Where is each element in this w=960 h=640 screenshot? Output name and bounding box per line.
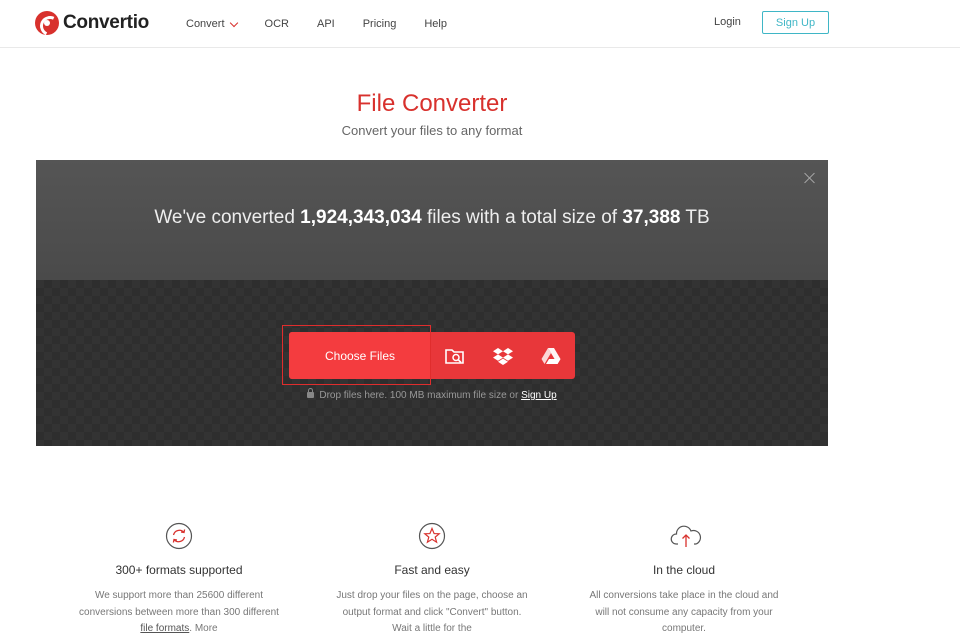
convertio-logo[interactable]: Convertio [35,11,149,35]
choose-files-button[interactable]: Choose Files [289,332,431,379]
nav-item-label: Help [424,18,447,30]
refresh-circle-icon [165,522,193,550]
size-unit: TB [680,207,710,228]
drop-hint: Drop files here. 100 MB maximum file siz… [36,388,828,401]
cloud-upload-icon [670,522,702,550]
stats-middle: files with a total size of [421,207,623,228]
nav-item-api[interactable]: API [317,18,335,30]
nav-item-help[interactable]: Help [424,18,447,30]
nav-item-convert[interactable]: Convert [186,18,238,30]
folder-search-icon[interactable] [431,332,479,379]
top-header: Convertio Convert OCR API Pricing Help L… [0,0,960,48]
feature-text: Just drop your files on the page, choose… [336,590,528,634]
files-count: 1,924,343,034 [300,207,422,228]
feature-text-part: We support more than 25600 different con… [79,590,279,618]
nav-item-label: API [316,18,335,30]
feature-title: Fast and easy [394,563,470,577]
nav-item-pricing[interactable]: Pricing [363,18,397,30]
convertio-logo-icon [35,11,59,35]
dropbox-icon[interactable] [479,332,527,379]
conversion-stats: We've converted 1,924,343,034 files with… [36,207,828,229]
upload-panel: We've converted 1,924,343,034 files with… [36,160,828,446]
total-size: 37,388 [622,207,681,228]
nav-item-label: Pricing [362,18,397,30]
google-drive-icon[interactable] [527,332,575,379]
feature-cloud: In the cloud All conversions take place … [584,522,784,638]
feature-text: We support more than 25600 different con… [79,588,279,638]
nav-item-ocr[interactable]: OCR [265,18,289,30]
feature-fast-easy: Fast and easy Just drop your files on th… [332,522,532,638]
feature-text: All conversions take place in the cloud … [589,590,779,634]
drop-sign-up-link[interactable]: Sign Up [521,390,557,401]
stats-prefix: We've converted [154,207,301,228]
logo-text: Convertio [63,12,149,33]
nav-item-label: OCR [264,18,289,30]
drop-hint-text: Drop files here. 100 MB maximum file siz… [319,390,522,401]
login-link[interactable]: Login [714,16,741,28]
upload-bar: Choose Files [289,332,575,379]
page-subtitle: Convert your files to any format [341,123,523,138]
main-nav: Convert OCR API Pricing Help [186,0,475,48]
feature-title: 300+ formats supported [115,563,243,577]
close-icon[interactable] [802,170,818,186]
feature-formats: 300+ formats supported We support more t… [79,522,279,638]
lock-icon [307,388,315,398]
nav-item-label: Convert [186,18,225,30]
feature-title: In the cloud [652,563,716,577]
file-formats-link[interactable]: file formats [140,623,189,634]
star-circle-icon [418,522,446,550]
sign-up-button[interactable]: Sign Up [762,11,829,34]
chevron-down-icon [229,18,238,27]
feature-text-part: . More [189,623,218,634]
page-title: File Converter [356,90,508,117]
